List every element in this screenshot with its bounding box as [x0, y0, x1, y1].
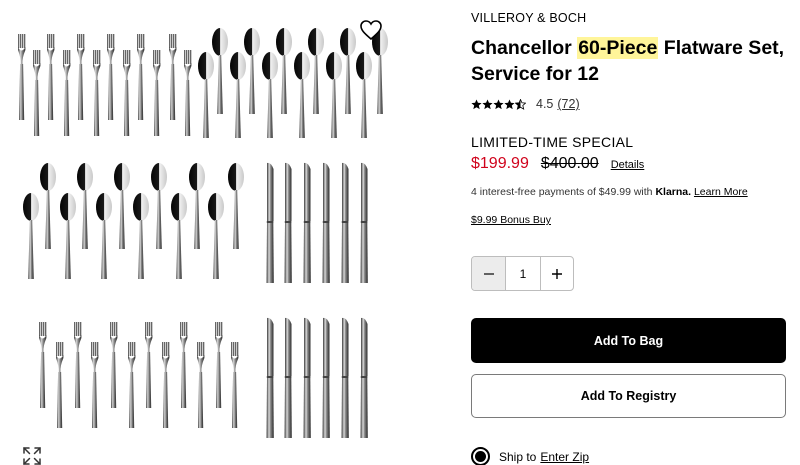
special-label: LIMITED-TIME SPECIAL [471, 134, 634, 150]
flatware-set-image [18, 28, 388, 438]
minus-icon [483, 272, 494, 275]
star-half-icon [515, 98, 526, 110]
star-icon [471, 98, 482, 109]
expand-icon[interactable] [22, 446, 42, 465]
original-price: $400.00 [540, 155, 599, 172]
add-to-registry-button[interactable]: Add To Registry [471, 374, 786, 418]
star-icon [493, 98, 504, 109]
installments-note: 4 interest-free payments of $49.99 with … [471, 186, 748, 198]
add-to-bag-button[interactable]: Add To Bag [471, 318, 786, 363]
increase-quantity-button[interactable] [540, 257, 573, 290]
quantity-stepper: 1 [471, 256, 574, 291]
star-icon [504, 98, 515, 109]
star-icon [482, 98, 493, 109]
plus-icon [552, 268, 562, 279]
brand-link[interactable]: VILLEROY & BOCH [471, 11, 586, 25]
installments-text: 4 interest-free payments of $49.99 with [471, 186, 656, 198]
decrease-quantity-button[interactable] [472, 257, 506, 290]
title-text-start: Chancellor [471, 37, 578, 59]
product-title: Chancellor 60-Piece Flatware Set, Servic… [471, 35, 791, 87]
bonus-buy-link[interactable]: $9.99 Bonus Buy [471, 214, 551, 226]
klarna-logo: Klarna. [655, 186, 692, 198]
price-row: $199.99 $400.00 Details [471, 155, 644, 173]
heart-icon[interactable] [359, 18, 383, 42]
product-rating: 4.5 (72) [471, 96, 580, 112]
rating-value: 4.5 [536, 97, 554, 111]
learn-more-link[interactable]: Learn More [694, 186, 748, 198]
product-image-gallery[interactable] [0, 0, 400, 465]
rating-stars [471, 98, 526, 110]
price-details-link[interactable]: Details [611, 159, 645, 171]
review-count-link[interactable]: (72) [557, 97, 579, 111]
ship-label: Ship to [499, 449, 537, 464]
title-highlight: 60-Piece [577, 37, 659, 59]
ship-option: Ship to Enter Zip [471, 447, 589, 465]
enter-zip-link[interactable]: Enter Zip [540, 450, 589, 464]
sale-price: $199.99 [471, 155, 529, 172]
ship-radio[interactable] [471, 447, 490, 465]
quantity-value[interactable]: 1 [506, 257, 540, 290]
radio-selected-dot [475, 451, 486, 462]
